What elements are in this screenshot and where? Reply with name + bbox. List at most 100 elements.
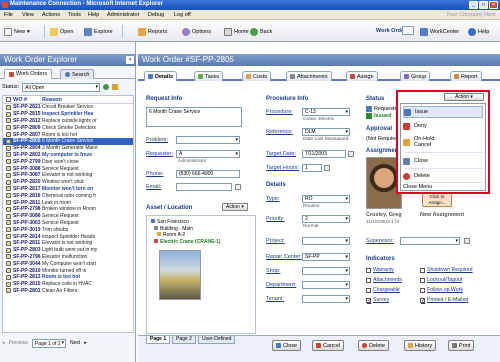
list-item[interactable]: SF-PP-2813 Room is too hot <box>3 274 133 281</box>
type-label[interactable]: Type: <box>266 196 279 202</box>
phone-field[interactable]: (530) 666-4900 <box>176 170 240 178</box>
requester-select[interactable]: A <box>176 150 240 158</box>
help-button[interactable]: Help <box>468 26 489 37</box>
supervisor-lookup-icon[interactable] <box>464 238 470 244</box>
menu-item-delete[interactable]: Delete <box>403 170 483 182</box>
refresh-icon[interactable] <box>103 84 110 90</box>
delete-button[interactable]: Delete <box>358 340 389 351</box>
checkbox[interactable] <box>420 287 425 293</box>
problem-label[interactable]: Problem: <box>146 137 168 143</box>
asset-action-button[interactable]: Action ▾ <box>222 203 248 211</box>
list-item[interactable]: SF-PP-2811 Elevator is not working <box>3 240 133 247</box>
assignee-name[interactable]: Crosley, Greg <box>366 212 402 218</box>
list-item[interactable]: SF-PP-3044 My Computer won't start <box>3 260 133 267</box>
email-icon[interactable] <box>235 184 241 190</box>
reference-select[interactable]: DLM <box>302 128 350 136</box>
list-item[interactable]: SF-PP-2807 Room is too hot <box>3 131 133 138</box>
tab-details[interactable]: Details <box>144 71 178 81</box>
list-item[interactable]: SF-PP-2799 Door won't close <box>3 158 133 165</box>
list-item[interactable]: SF-PP-3086 Service Request <box>3 213 133 220</box>
next-page-icon[interactable]: ▸ <box>84 340 87 346</box>
indicator-warranty[interactable]: Warranty <box>366 267 394 273</box>
expand-icon[interactable] <box>6 97 11 102</box>
checkbox[interactable] <box>420 267 425 273</box>
status-select[interactable]: All Open <box>22 82 101 92</box>
tab-work-orders[interactable]: Work Orders <box>4 69 53 79</box>
reason-textarea[interactable]: 6 Month Crane Service <box>146 107 242 127</box>
asset-item-selected[interactable]: Electric Crane (CRANE-1) <box>151 238 221 246</box>
minimize-button[interactable]: _ <box>469 1 478 9</box>
next-page-link[interactable]: Next <box>70 340 80 346</box>
shop-select[interactable] <box>302 267 350 275</box>
checkbox[interactable] <box>420 277 425 283</box>
checkbox[interactable] <box>366 267 371 273</box>
menu-actions[interactable]: Actions <box>42 12 60 18</box>
tab-group[interactable]: Group <box>400 71 431 81</box>
menu-item-deny[interactable]: Deny <box>403 120 483 132</box>
home-button[interactable]: Home <box>224 26 249 37</box>
list-item[interactable]: SF-PP-3019 Trim shrubs <box>3 226 133 233</box>
problem-select[interactable] <box>176 136 240 144</box>
supervisor-select[interactable] <box>400 237 460 245</box>
list-item[interactable]: SF-PP-2815 Inspect Sprinkler Hea <box>3 111 133 118</box>
prev-page-link[interactable]: Previous <box>9 340 28 346</box>
page-select[interactable]: Page 1 of 2 <box>31 338 66 348</box>
list-item[interactable]: SF-PP-2803 Light bulb went out in my <box>3 247 133 254</box>
list-item[interactable]: SF-PP-2814 Inspect Sprinkler Heads <box>3 233 133 240</box>
menu-debug[interactable]: Debug <box>148 12 164 18</box>
cancel-button[interactable]: Cancel <box>312 340 345 351</box>
tab-costs[interactable]: Costs <box>242 71 272 81</box>
prev-page-icon[interactable]: ◂ <box>2 340 5 346</box>
supervisor-label[interactable]: Supervisor: <box>366 238 394 244</box>
priority-label[interactable]: Priority: <box>266 216 285 222</box>
menu-item-close-menu[interactable]: Close Menu <box>403 182 483 192</box>
target-date-field[interactable]: 7/11/2003 <box>302 150 346 158</box>
shop-label[interactable]: Shop: <box>266 268 280 274</box>
indicator-survey[interactable]: ✓ Survey <box>366 297 389 303</box>
project-select[interactable] <box>302 237 350 245</box>
menu-item-onhold-cancel[interactable]: On-Hold Cancel <box>403 134 483 150</box>
tab-attachments[interactable]: Attachments <box>286 71 332 81</box>
list-item[interactable]: SF-PP-2804 3 Month Generator Maint <box>3 145 133 152</box>
target-hours-label[interactable]: Target Hours: <box>266 165 299 171</box>
list-item[interactable]: SF-PP-3088 Service Request <box>3 165 133 172</box>
list-item[interactable]: SF-PP-3063 Service Request <box>3 220 133 227</box>
collapse-icon[interactable]: « <box>126 56 134 64</box>
procedure-label[interactable]: Procedure: <box>266 109 293 115</box>
email-field[interactable] <box>176 183 232 191</box>
new-assignment-label[interactable]: New Assignment <box>420 212 464 218</box>
tenant-select[interactable] <box>302 295 350 303</box>
repair-center-select[interactable]: SF-PP <box>302 253 350 261</box>
filter-icon[interactable] <box>112 84 119 90</box>
checkbox-checked[interactable]: ✓ <box>366 297 371 303</box>
page-tab-user-defined[interactable]: User-Defined <box>198 336 236 344</box>
phone-label[interactable]: Phone: <box>146 171 163 177</box>
options-button[interactable]: Options <box>182 26 211 37</box>
department-label[interactable]: Department: <box>266 282 296 288</box>
maximize-button[interactable]: □ <box>479 1 488 9</box>
indicator-shutdown[interactable]: Shutdown Required <box>420 267 473 273</box>
menu-item-close[interactable]: Close <box>403 155 483 167</box>
menu-logoff[interactable]: Log off <box>174 12 191 18</box>
open-button[interactable]: Open <box>50 26 73 37</box>
list-item[interactable]: SF-PP-2821 Circuit Breaker Service <box>3 104 133 111</box>
tab-assign[interactable]: Assign <box>346 71 378 81</box>
tab-search[interactable]: Search <box>60 69 95 79</box>
list-item[interactable]: SF-PP-2810 Replace coils in HVAC <box>3 281 133 288</box>
priority-select[interactable]: 2 <box>302 215 350 223</box>
list-item[interactable]: SF-PP-2811 Leak in room <box>3 199 133 206</box>
menu-administrator[interactable]: Administrator <box>107 12 139 18</box>
type-select[interactable]: RO <box>302 195 350 203</box>
back-button[interactable]: Back <box>250 26 272 37</box>
click-to-assign-button[interactable]: Click to Assign... <box>422 193 452 207</box>
page-tab-2[interactable]: Page 2 <box>172 336 196 344</box>
list-item[interactable]: SF-PP-2810 Monitor turned off in <box>3 267 133 274</box>
indicator-printed[interactable]: ✓ Printed / E-Mailed <box>420 297 468 303</box>
menu-file[interactable]: File <box>4 12 13 18</box>
page-tab-1[interactable]: Page 1 <box>146 336 171 344</box>
list-item[interactable]: SF-PP-2796 Elevator malfunction <box>3 254 133 261</box>
checkbox[interactable] <box>366 277 371 283</box>
explore-button[interactable]: Explore <box>84 26 113 37</box>
tab-tasks[interactable]: Tasks <box>194 71 224 81</box>
menu-item-issue[interactable]: Issue <box>403 106 483 118</box>
